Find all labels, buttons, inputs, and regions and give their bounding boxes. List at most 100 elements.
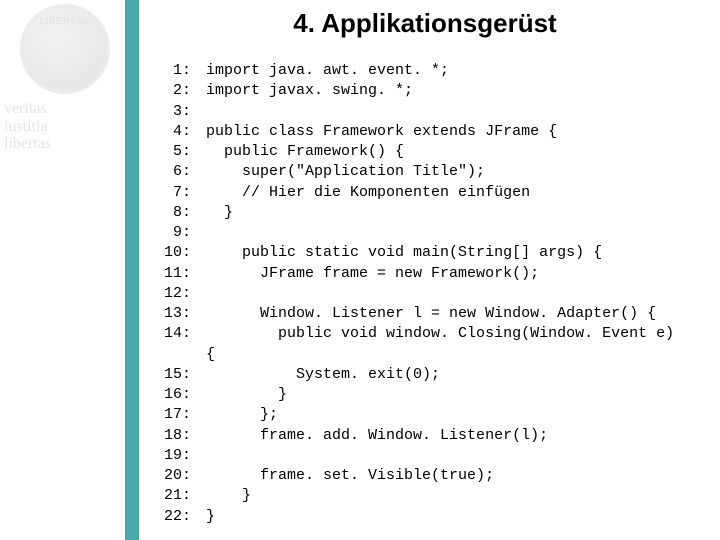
line-number: 2 bbox=[148, 81, 182, 101]
line-colon: : bbox=[182, 183, 197, 203]
line-colon: : bbox=[182, 142, 197, 162]
code-line: 8: } bbox=[148, 203, 710, 223]
line-colon: : bbox=[182, 466, 197, 486]
line-number: 21 bbox=[148, 486, 182, 506]
line-colon: : bbox=[182, 486, 197, 506]
crest-seal: LIBERTAS bbox=[20, 4, 110, 94]
code-listing: 1: import java. awt. event. *;2: import … bbox=[148, 61, 710, 527]
line-colon bbox=[182, 345, 197, 365]
code-text: frame. add. Window. Listener(l); bbox=[197, 426, 548, 446]
line-colon: : bbox=[182, 507, 197, 527]
code-line: 16: } bbox=[148, 385, 710, 405]
line-colon: : bbox=[182, 61, 197, 81]
code-text: }; bbox=[197, 405, 278, 425]
code-text bbox=[197, 223, 206, 243]
code-text: public static void main(String[] args) { bbox=[197, 243, 602, 263]
code-text: import java. awt. event. *; bbox=[197, 61, 449, 81]
line-colon: : bbox=[182, 203, 197, 223]
code-line: 18: frame. add. Window. Listener(l); bbox=[148, 426, 710, 446]
code-text: } bbox=[197, 486, 251, 506]
line-colon: : bbox=[182, 385, 197, 405]
code-text: super("Application Title"); bbox=[197, 162, 485, 182]
code-line: 4: public class Framework extends JFrame… bbox=[148, 122, 710, 142]
vertical-accent-bar bbox=[125, 0, 139, 540]
line-number: 18 bbox=[148, 426, 182, 446]
line-colon: : bbox=[182, 264, 197, 284]
line-number: 9 bbox=[148, 223, 182, 243]
line-colon: : bbox=[182, 426, 197, 446]
code-text: public class Framework extends JFrame { bbox=[197, 122, 557, 142]
line-number: 7 bbox=[148, 183, 182, 203]
line-colon: : bbox=[182, 365, 197, 385]
line-number: 12 bbox=[148, 284, 182, 304]
code-line: 5: public Framework() { bbox=[148, 142, 710, 162]
slide-content: 4. Applikationsgerüst 1: import java. aw… bbox=[140, 0, 720, 527]
code-line: 7: // Hier die Komponenten einfügen bbox=[148, 183, 710, 203]
line-colon: : bbox=[182, 223, 197, 243]
code-line: 14: public void window. Closing(Window. … bbox=[148, 324, 710, 344]
line-number: 1 bbox=[148, 61, 182, 81]
code-line: 1: import java. awt. event. *; bbox=[148, 61, 710, 81]
motto-line-1: veritas bbox=[4, 100, 51, 118]
line-number: 6 bbox=[148, 162, 182, 182]
line-number: 19 bbox=[148, 446, 182, 466]
code-line: 6: super("Application Title"); bbox=[148, 162, 710, 182]
motto-line-3: libertas bbox=[4, 135, 51, 153]
code-text: JFrame frame = new Framework(); bbox=[197, 264, 539, 284]
code-text: } bbox=[197, 385, 287, 405]
line-number: 10 bbox=[148, 243, 182, 263]
line-colon: : bbox=[182, 162, 197, 182]
code-text bbox=[197, 102, 206, 122]
code-line: 13: Window. Listener l = new Window. Ada… bbox=[148, 304, 710, 324]
line-colon: : bbox=[182, 243, 197, 263]
line-number: 5 bbox=[148, 142, 182, 162]
line-number: 13 bbox=[148, 304, 182, 324]
sidebar-crest: LIBERTAS veritas iustitia libertas bbox=[0, 0, 130, 540]
line-number: 20 bbox=[148, 466, 182, 486]
line-number: 17 bbox=[148, 405, 182, 425]
line-colon: : bbox=[182, 102, 197, 122]
line-number bbox=[148, 345, 182, 365]
code-line: 3: bbox=[148, 102, 710, 122]
code-line: 11: JFrame frame = new Framework(); bbox=[148, 264, 710, 284]
code-text: public Framework() { bbox=[197, 142, 404, 162]
code-line: 9: bbox=[148, 223, 710, 243]
line-number: 16 bbox=[148, 385, 182, 405]
code-text: frame. set. Visible(true); bbox=[197, 466, 494, 486]
code-line: 22: } bbox=[148, 507, 710, 527]
line-colon: : bbox=[182, 405, 197, 425]
line-number: 14 bbox=[148, 324, 182, 344]
code-text: } bbox=[197, 203, 233, 223]
code-line: { bbox=[148, 345, 710, 365]
line-colon: : bbox=[182, 446, 197, 466]
code-text: Window. Listener l = new Window. Adapter… bbox=[197, 304, 656, 324]
code-line: 19: bbox=[148, 446, 710, 466]
code-line: 21: } bbox=[148, 486, 710, 506]
crest-motto: veritas iustitia libertas bbox=[0, 100, 51, 153]
line-number: 11 bbox=[148, 264, 182, 284]
crest-banner-text: LIBERTAS bbox=[40, 16, 91, 26]
line-number: 8 bbox=[148, 203, 182, 223]
line-number: 4 bbox=[148, 122, 182, 142]
code-text bbox=[197, 446, 206, 466]
code-text: import javax. swing. *; bbox=[197, 81, 413, 101]
code-text: System. exit(0); bbox=[197, 365, 440, 385]
line-colon: : bbox=[182, 324, 197, 344]
line-number: 22 bbox=[148, 507, 182, 527]
line-colon: : bbox=[182, 284, 197, 304]
code-line: 2: import javax. swing. *; bbox=[148, 81, 710, 101]
code-text: public void window. Closing(Window. Even… bbox=[197, 324, 674, 344]
slide-title: 4. Applikationsgerüst bbox=[140, 8, 710, 39]
line-colon: : bbox=[182, 304, 197, 324]
code-line: 12: bbox=[148, 284, 710, 304]
code-line: 17: }; bbox=[148, 405, 710, 425]
code-line: 10: public static void main(String[] arg… bbox=[148, 243, 710, 263]
code-text: // Hier die Komponenten einfügen bbox=[197, 183, 530, 203]
line-number: 15 bbox=[148, 365, 182, 385]
code-line: 20: frame. set. Visible(true); bbox=[148, 466, 710, 486]
code-text bbox=[197, 284, 206, 304]
code-text: { bbox=[197, 345, 215, 365]
line-number: 3 bbox=[148, 102, 182, 122]
code-text: } bbox=[197, 507, 215, 527]
motto-line-2: iustitia bbox=[4, 118, 51, 136]
